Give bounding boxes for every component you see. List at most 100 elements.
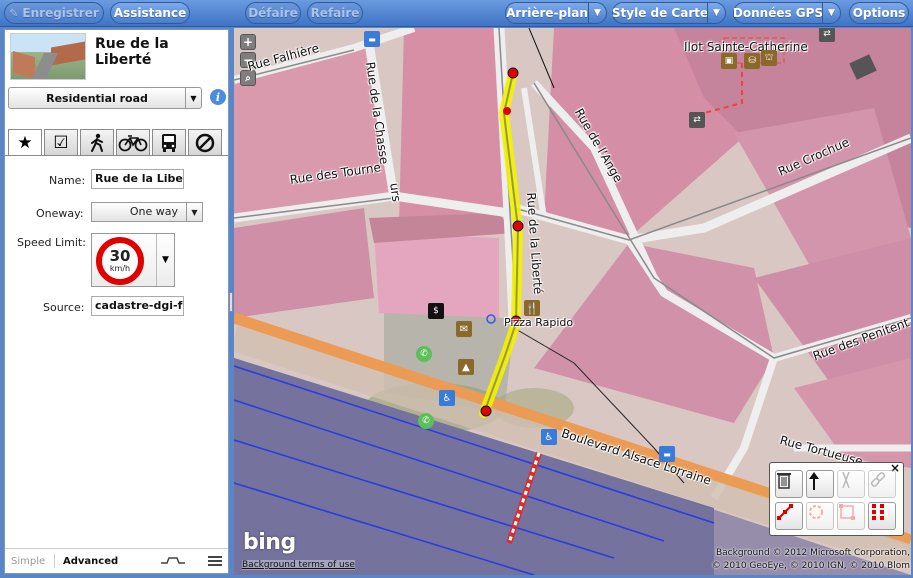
- options-button[interactable]: Options: [849, 2, 909, 24]
- map-attribution: Background © 2012 Microsoft Corporation,…: [692, 547, 910, 573]
- reverse-direction-icon: [809, 472, 819, 490]
- split-icon: [842, 471, 850, 489]
- chevron-down-icon: ▼: [828, 8, 835, 18]
- star-icon: ★: [17, 133, 33, 153]
- tab-walking[interactable]: [80, 129, 114, 155]
- preset-thumbnail: [10, 33, 86, 80]
- oneway-value: One way: [129, 205, 178, 218]
- pedestrian-crossing-icon[interactable]: ♿: [541, 429, 557, 445]
- speed-limit-sign: 30 km/h: [96, 237, 144, 285]
- edit-toolbox: ×: [769, 461, 904, 536]
- straighten-icon: [777, 504, 793, 520]
- gps-data-button[interactable]: Données GPS: [733, 2, 823, 24]
- atm-icon[interactable]: $: [428, 303, 444, 319]
- quadrilateralise-icon: [872, 504, 884, 520]
- oneway-select[interactable]: One way ▼: [91, 202, 203, 222]
- source-input[interactable]: cadastre-dgi-fr: [91, 296, 184, 316]
- chevron-down-icon: ▼: [594, 8, 601, 18]
- poi-label: Pizza Rapido: [504, 316, 574, 329]
- menu-icon[interactable]: [208, 555, 222, 567]
- feature-tabs: ★ ☑: [8, 129, 226, 156]
- straighten-tool[interactable]: [775, 502, 803, 530]
- post-office-icon[interactable]: ✉: [456, 321, 472, 337]
- orthogonalise-tool[interactable]: [837, 502, 865, 530]
- zoom-in-button[interactable]: +: [240, 34, 256, 50]
- pedestrian-crossing-icon[interactable]: ♿: [439, 390, 455, 406]
- pencil-icon: ✎: [9, 6, 19, 20]
- source-label: Source:: [43, 301, 85, 314]
- bus-stop-icon[interactable]: ▬: [364, 31, 380, 47]
- speed-limit-value: 30: [109, 247, 131, 265]
- tab-restrictions[interactable]: [188, 129, 222, 155]
- undo-button[interactable]: Défaire: [245, 2, 301, 24]
- speed-limit-unit: km/h: [109, 264, 131, 273]
- sidebar-footer: Simple Advanced: [5, 548, 228, 573]
- save-label: Enregistrer: [22, 6, 99, 20]
- split-tool[interactable]: [837, 470, 865, 498]
- oneway-label: Oneway:: [36, 207, 84, 220]
- tab-transport[interactable]: [152, 129, 186, 155]
- map-canvas[interactable]: + − ⌕ Rue Falhière Rue de la Chasse urs …: [234, 28, 911, 575]
- taxi-icon[interactable]: ▬: [659, 446, 675, 462]
- advanced-mode-link[interactable]: Advanced: [63, 556, 118, 567]
- tab-cycling[interactable]: [116, 129, 150, 155]
- feature-title: Rue de la Liberté: [95, 36, 169, 68]
- sidebar-resize-handle[interactable]: [229, 292, 233, 312]
- orthogonalise-icon: [839, 504, 855, 520]
- preset-select[interactable]: Residential road ▼: [8, 87, 202, 109]
- chevron-down-icon: ▼: [185, 88, 201, 108]
- restaurant-icon[interactable]: 🍴: [524, 300, 540, 316]
- gps-data-dropdown[interactable]: ▼: [822, 2, 841, 24]
- shop-icon[interactable]: ⛁: [744, 53, 760, 69]
- name-label: Name:: [49, 174, 86, 187]
- delete-icon: [777, 473, 791, 489]
- street-label: urs: [387, 182, 404, 203]
- footer-divider: [54, 554, 55, 568]
- save-button[interactable]: ✎ Enregistrer: [4, 2, 104, 24]
- quadrilateralise-tool[interactable]: [868, 502, 896, 530]
- shop-icon[interactable]: ▣: [721, 53, 737, 69]
- chevron-down-icon: ▼: [713, 8, 720, 18]
- map-style-dropdown[interactable]: ▼: [707, 2, 726, 24]
- feature-header: Rue de la Liberté: [5, 30, 228, 86]
- disconnect-tool[interactable]: [868, 470, 896, 498]
- phone-icon[interactable]: ✆: [418, 413, 434, 429]
- pedestrian-icon: [91, 133, 103, 152]
- bus-icon: [162, 133, 176, 152]
- simple-mode-link[interactable]: Simple: [11, 556, 45, 567]
- place-label: Ilot Sainte-Catherine: [684, 40, 808, 54]
- checkbox-icon: ☑: [53, 132, 69, 153]
- bing-logo: bing: [243, 530, 296, 555]
- map-style-button[interactable]: Style de Carte: [612, 2, 708, 24]
- help-button[interactable]: Assistance: [110, 2, 190, 24]
- chevron-down-icon: ▼: [186, 203, 202, 221]
- parking-icon[interactable]: ⇄: [689, 112, 705, 128]
- circularise-tool[interactable]: [806, 502, 834, 530]
- way-nodes-icon[interactable]: [160, 555, 186, 567]
- shop-icon[interactable]: ⛫: [761, 50, 777, 66]
- background-terms-link[interactable]: Background terms of use: [242, 560, 355, 570]
- bicycle-icon: [118, 134, 148, 151]
- info-icon[interactable]: i: [210, 89, 226, 105]
- redo-button[interactable]: Refaire: [307, 2, 363, 24]
- speed-limit-label: Speed Limit:: [17, 236, 86, 249]
- delete-tool[interactable]: [775, 470, 803, 498]
- toilets-icon[interactable]: ▲: [458, 359, 474, 375]
- parking-icon[interactable]: ⇄: [819, 28, 835, 42]
- disconnect-icon: [870, 472, 886, 487]
- basic-tab-panel: Name: Rue de la Libert Oneway: One way ▼…: [5, 155, 228, 545]
- reverse-direction-tool[interactable]: [806, 470, 834, 498]
- attribution-line: © 2010 GeoEye, © 2010 IGN, © 2010 Blom: [711, 561, 910, 571]
- tab-details[interactable]: ☑: [44, 129, 78, 155]
- name-input[interactable]: Rue de la Libert: [91, 169, 184, 189]
- no-entry-icon: [195, 133, 215, 152]
- feature-sidebar: Rue de la Liberté Residential road ▼ i ★…: [4, 29, 229, 574]
- background-dropdown[interactable]: ▼: [588, 2, 607, 24]
- preset-label: Residential road: [46, 91, 148, 105]
- circularise-icon: [809, 505, 823, 519]
- speed-limit-select[interactable]: 30 km/h ▼: [91, 233, 175, 287]
- phone-icon[interactable]: ✆: [416, 346, 432, 362]
- background-button[interactable]: Arrière-plan: [505, 2, 589, 24]
- attribution-line: Background © 2012 Microsoft Corporation,: [715, 548, 910, 558]
- tab-basic[interactable]: ★: [8, 129, 42, 156]
